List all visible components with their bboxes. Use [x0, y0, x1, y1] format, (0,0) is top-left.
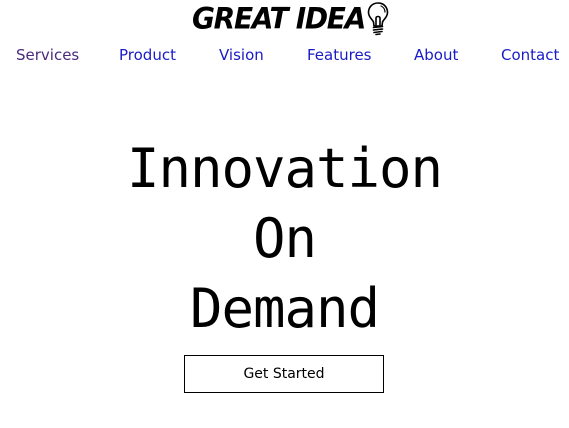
nav-link-services[interactable]: Services — [16, 42, 79, 68]
nav-link-contact[interactable]: Contact — [501, 42, 559, 68]
nav-link-about[interactable]: About — [414, 42, 458, 68]
get-started-button[interactable]: Get Started — [184, 355, 384, 393]
hero-line: Innovation — [126, 137, 443, 200]
hero-heading: Innovation On Demand — [0, 134, 569, 344]
nav-link-product[interactable]: Product — [119, 42, 176, 68]
lightbulb-icon — [365, 0, 391, 38]
nav-link-vision[interactable]: Vision — [219, 42, 264, 68]
hero-line: On — [252, 207, 317, 270]
logo-text: GREAT IDEA — [192, 1, 366, 36]
main-nav: Services Product Vision Features About C… — [0, 42, 569, 68]
hero-line: Demand — [189, 277, 380, 340]
site-logo[interactable]: GREAT IDEA — [192, 0, 391, 38]
nav-link-features[interactable]: Features — [307, 42, 372, 68]
